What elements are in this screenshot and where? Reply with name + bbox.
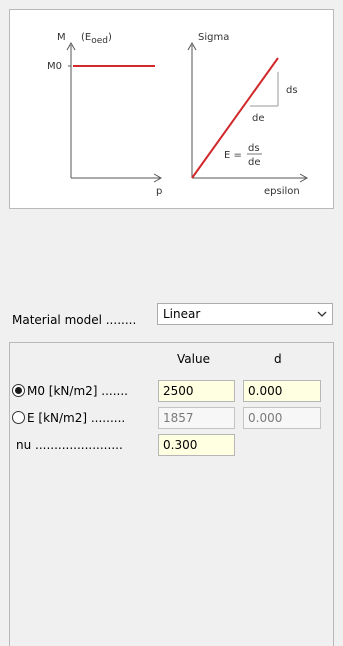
material-parameters-window: M (Eoed) M0 p Sigma ds de E = ds de epsi… [0, 0, 343, 646]
d-column-header: d [274, 352, 282, 366]
material-model-dropdown[interactable]: Linear [157, 303, 333, 325]
m0-value-input[interactable] [158, 380, 235, 402]
de-label: de [252, 113, 265, 124]
model-diagram-panel: M (Eoed) M0 p Sigma ds de E = ds de epsi… [9, 9, 334, 209]
m0-radio[interactable] [12, 384, 25, 397]
formula-numerator: ds [248, 143, 260, 154]
chevron-down-icon [317, 311, 327, 317]
e-value-input[interactable] [158, 407, 235, 429]
radio-selected-dot [15, 387, 22, 394]
model-diagram: M (Eoed) M0 p Sigma ds de E = ds de epsi… [47, 32, 309, 197]
e-row: E [kN/m2] ......... [10, 406, 333, 430]
m0-d-input[interactable] [243, 380, 321, 402]
m0-level-label: M0 [47, 61, 62, 72]
left-y-axis-label: (Eoed) [81, 32, 112, 46]
nu-row: nu ....................... [10, 433, 333, 457]
ds-label: ds [286, 85, 298, 96]
formula-denominator: de [248, 157, 261, 168]
left-plot: M (Eoed) M0 p [47, 32, 162, 197]
modulus-formula: E = ds de [224, 143, 262, 168]
right-x-axis-label: epsilon [264, 186, 300, 197]
material-model-value: Linear [163, 307, 201, 321]
right-plot: Sigma ds de E = ds de epsilon [187, 32, 309, 197]
right-y-axis-label: Sigma [198, 32, 229, 43]
e-radio[interactable] [12, 411, 25, 424]
nu-label: nu ....................... [16, 438, 123, 452]
parameters-panel: Value d M0 [kN/m2] ....... E [kN/m2] ...… [9, 342, 334, 646]
left-x-axis-label: p [156, 186, 162, 197]
e-label: E [kN/m2] ......... [27, 411, 126, 425]
m0-row: M0 [kN/m2] ....... [10, 379, 333, 403]
formula-lhs: E = [224, 150, 242, 161]
value-column-header: Value [177, 352, 210, 366]
nu-value-input[interactable] [158, 434, 235, 456]
m0-label: M0 [kN/m2] ....... [27, 384, 128, 398]
left-y-axis-label-main: M [57, 32, 66, 43]
material-model-label: Material model ........ [12, 313, 137, 327]
e-d-input[interactable] [243, 407, 321, 429]
